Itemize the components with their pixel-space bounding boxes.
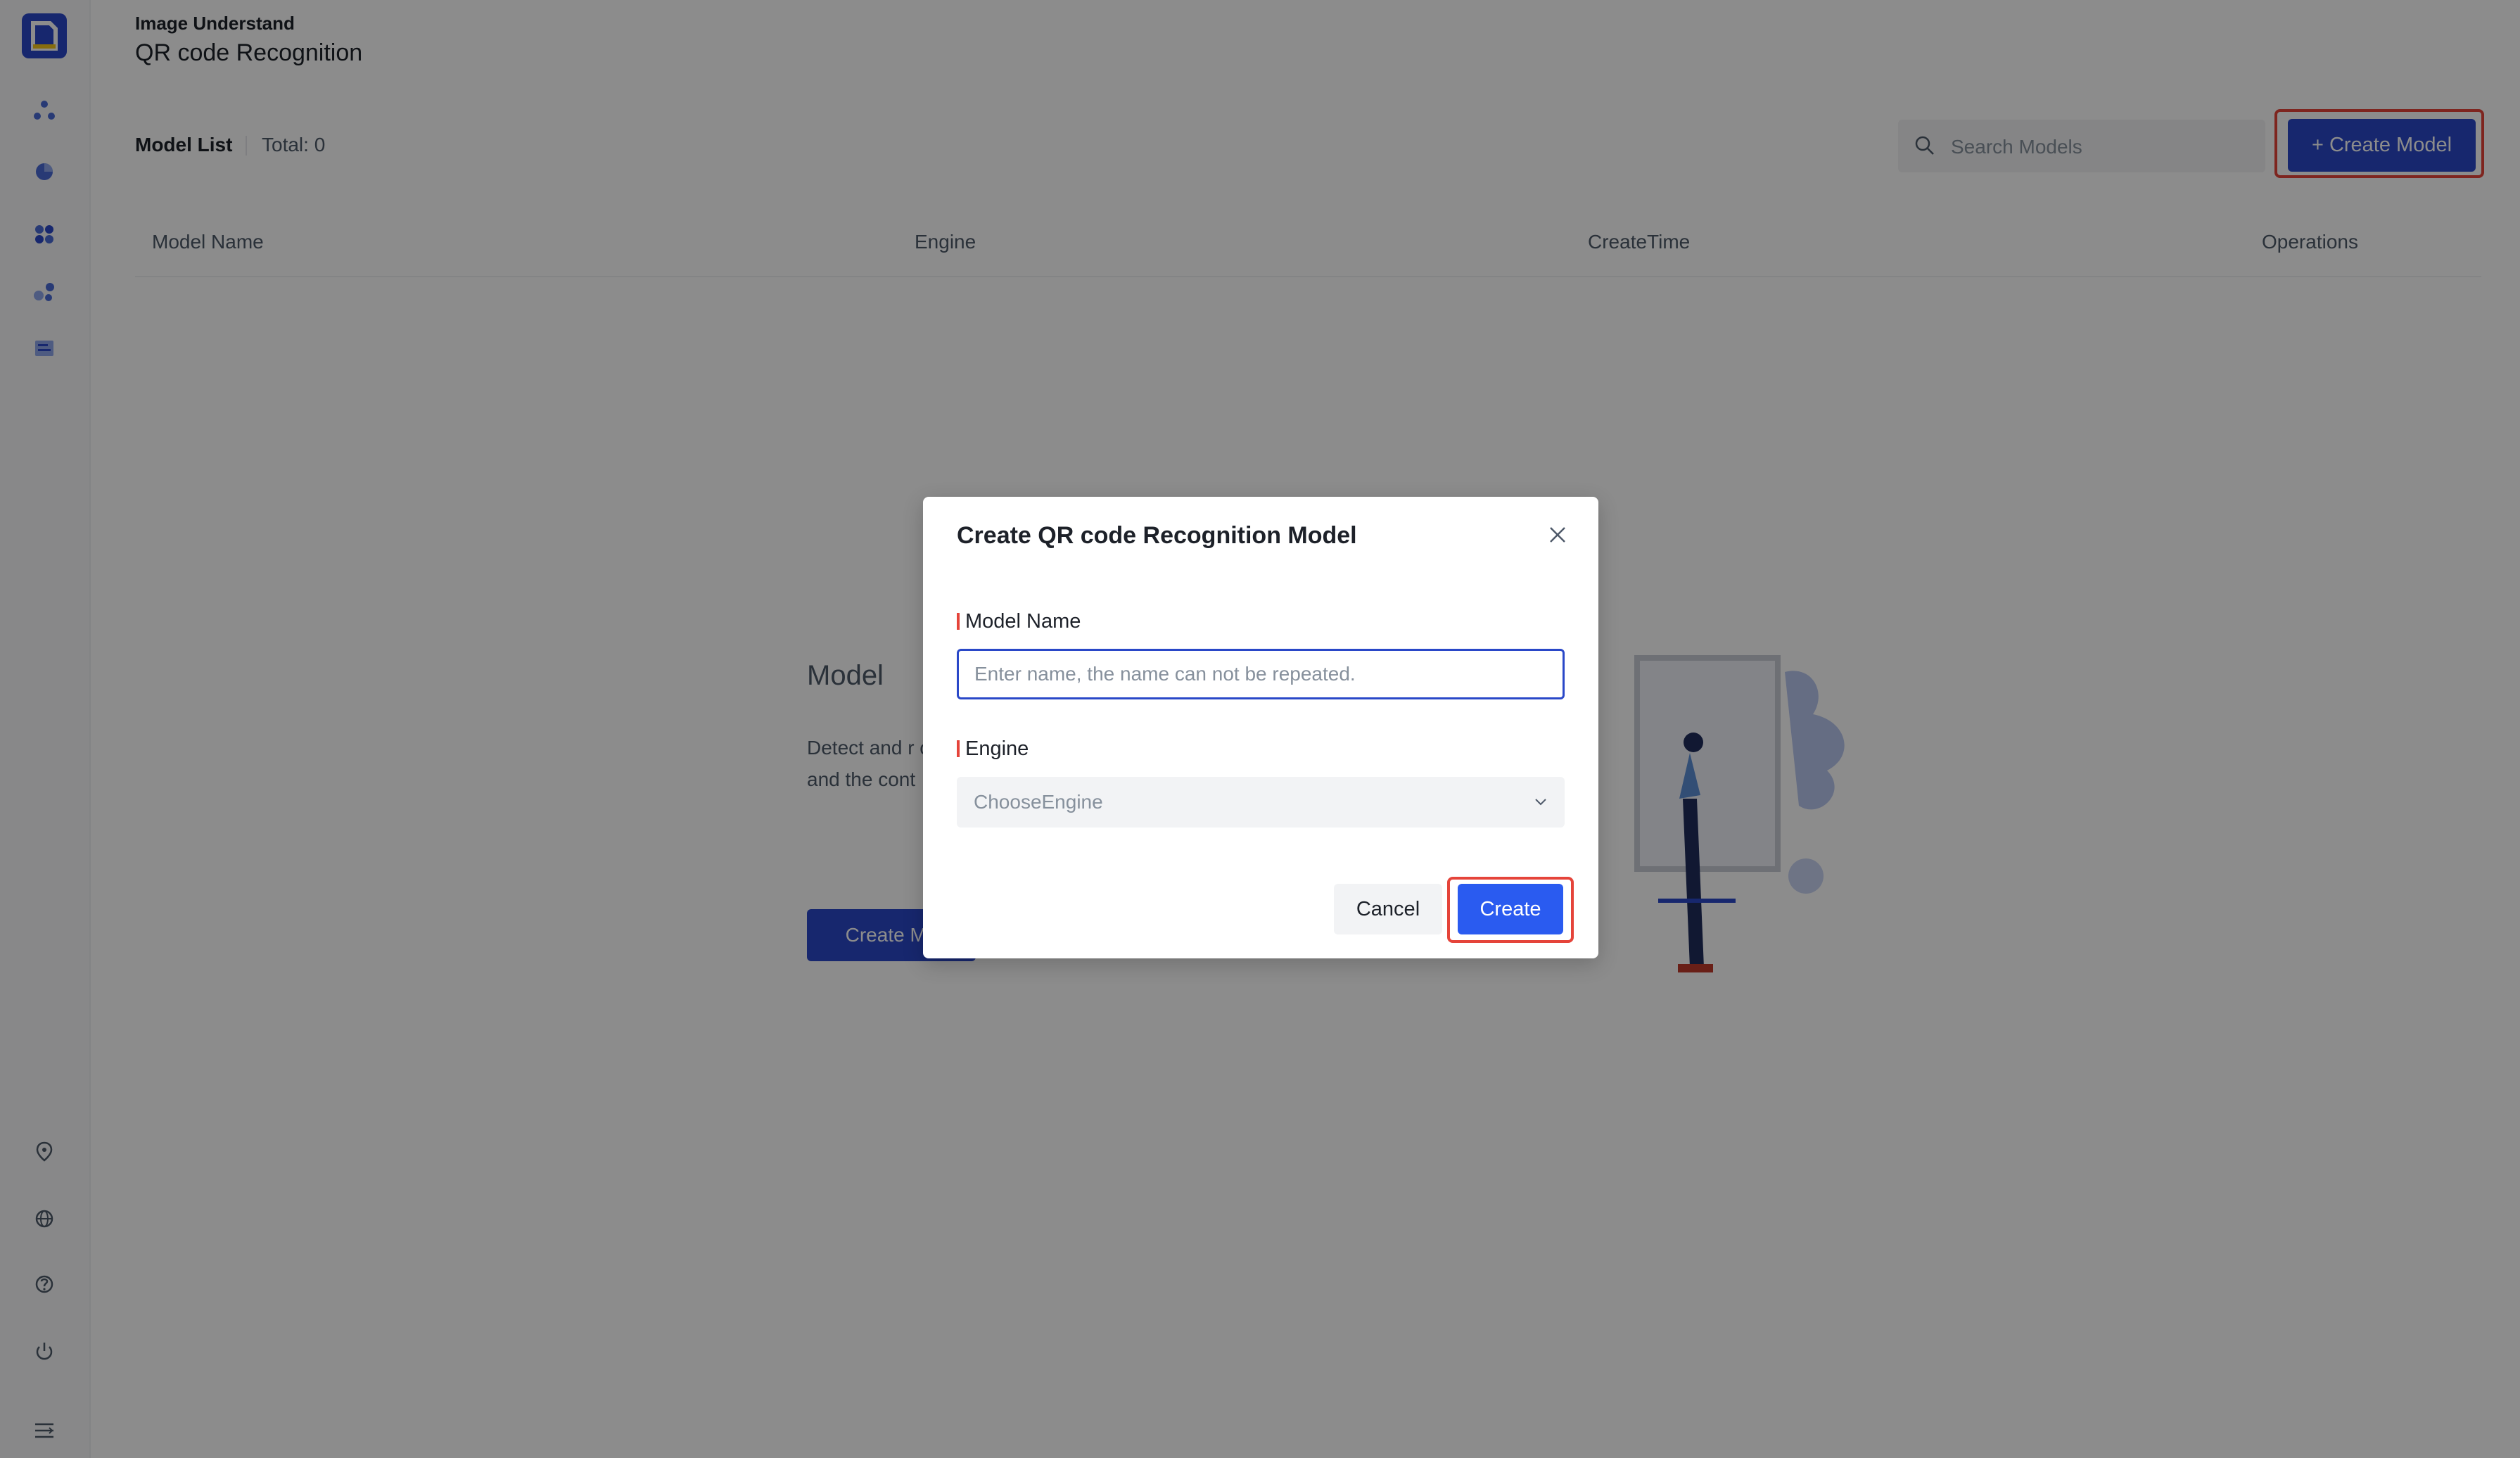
model-name-input[interactable] [957, 649, 1565, 699]
engine-select[interactable]: ChooseEngine [957, 777, 1565, 828]
chevron-down-icon [1535, 799, 1546, 806]
highlight-box [1447, 877, 1574, 943]
model-name-label: Model Name [957, 610, 1081, 633]
create-model-dialog: Create QR code Recognition Model Model N… [923, 497, 1598, 958]
required-marker [957, 740, 960, 757]
close-icon[interactable] [1545, 522, 1570, 547]
cancel-button[interactable]: Cancel [1334, 884, 1442, 934]
engine-label: Engine [957, 737, 1029, 761]
required-marker [957, 613, 960, 630]
engine-placeholder: ChooseEngine [974, 791, 1103, 813]
dialog-title: Create QR code Recognition Model [957, 522, 1357, 549]
